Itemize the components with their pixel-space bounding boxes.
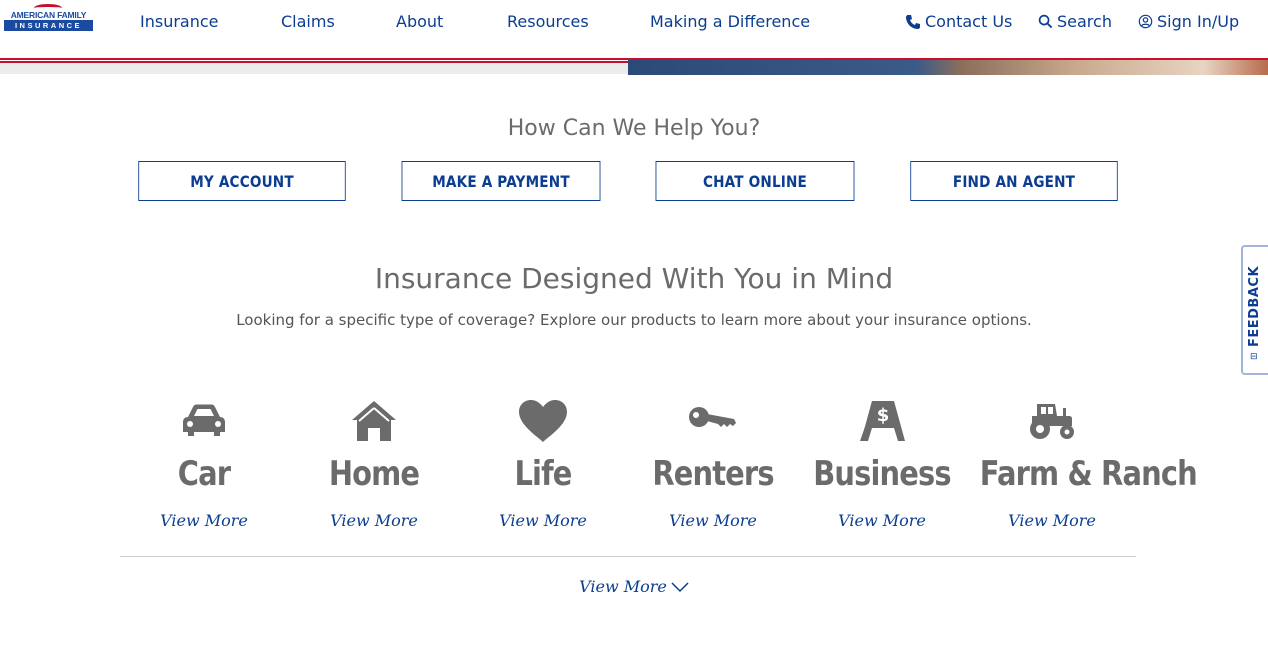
heart-icon (458, 396, 628, 446)
make-a-payment-button[interactable]: MAKE A PAYMENT (401, 161, 601, 201)
hero-accent-line (0, 61, 628, 63)
product-life[interactable]: Life View More (458, 396, 628, 530)
make-a-payment-label: MAKE A PAYMENT (432, 171, 570, 191)
product-business-name: Business (813, 454, 951, 494)
product-renters-name: Renters (652, 454, 774, 494)
product-renters[interactable]: Renters View More (628, 396, 798, 530)
find-an-agent-label: FIND AN AGENT (952, 171, 1076, 191)
site-header: AMERICAN FAMILY INSURANCE Insurance Clai… (0, 0, 1268, 60)
key-icon (628, 396, 798, 446)
product-life-view-more[interactable]: View More (458, 511, 628, 530)
sign-in-link[interactable]: Sign In/Up (1138, 12, 1239, 31)
feedback-icon: ⊟ (1250, 351, 1258, 361)
search-label: Search (1057, 12, 1112, 31)
help-section-title: How Can We Help You? (507, 116, 761, 141)
view-more-products-link[interactable]: View More (0, 577, 1268, 596)
phone-icon (906, 14, 920, 29)
chat-online-label: CHAT ONLINE (702, 171, 808, 191)
sandwich-board-icon: $ (797, 396, 967, 446)
search-link[interactable]: Search (1038, 12, 1112, 31)
product-car-view-more[interactable]: View More (119, 511, 289, 530)
nav-resources[interactable]: Resources (507, 12, 589, 31)
car-icon (119, 396, 289, 446)
search-icon (1038, 14, 1053, 29)
nav-about[interactable]: About (396, 12, 443, 31)
house-icon (289, 396, 459, 446)
logo-top-text: AMERICAN FAMILY (10, 10, 87, 20)
nav-claims[interactable]: Claims (281, 12, 335, 31)
hero-image (628, 60, 1268, 75)
american-family-logo[interactable]: AMERICAN FAMILY INSURANCE (4, 4, 93, 32)
user-icon (1138, 14, 1153, 29)
product-car[interactable]: Car View More (119, 396, 289, 530)
sign-in-label: Sign In/Up (1157, 12, 1240, 31)
my-account-button[interactable]: MY ACCOUNT (138, 161, 346, 201)
contact-us-label: Contact Us (925, 12, 1013, 31)
product-home-name: Home (328, 454, 420, 494)
contact-us-link[interactable]: Contact Us (905, 12, 1012, 31)
nav-making-a-difference[interactable]: Making a Difference (650, 12, 810, 31)
chat-online-button[interactable]: CHAT ONLINE (655, 161, 855, 201)
chevron-down-icon (671, 581, 689, 592)
product-home-view-more[interactable]: View More (289, 511, 459, 530)
product-farm-ranch-view-more[interactable]: View More (967, 511, 1137, 530)
section-divider (120, 556, 1136, 557)
product-business-view-more[interactable]: View More (797, 511, 967, 530)
feedback-tab[interactable]: FEEDBACK ⊟ (1241, 245, 1268, 375)
nav-insurance[interactable]: Insurance (140, 12, 219, 31)
logo-bar-text: INSURANCE (4, 20, 93, 31)
product-renters-view-more[interactable]: View More (628, 511, 798, 530)
insurance-section-title: Insurance Designed With You in Mind (374, 262, 894, 295)
view-more-products-label: View More (579, 577, 667, 596)
product-business[interactable]: $ Business View More (797, 396, 967, 530)
svg-text:$: $ (877, 405, 890, 426)
product-home[interactable]: Home View More (289, 396, 459, 530)
my-account-label: MY ACCOUNT (190, 171, 294, 191)
product-farm-ranch-name: Farm & Ranch (979, 454, 1198, 494)
feedback-label: FEEDBACK (1247, 265, 1262, 347)
tractor-icon (967, 396, 1137, 446)
insurance-section-subtitle: Looking for a specific type of coverage?… (236, 311, 1032, 329)
find-an-agent-button[interactable]: FIND AN AGENT (910, 161, 1118, 201)
product-car-name: Car (177, 454, 231, 494)
product-life-name: Life (514, 454, 572, 494)
product-farm-ranch[interactable]: Farm & Ranch View More (967, 396, 1198, 530)
